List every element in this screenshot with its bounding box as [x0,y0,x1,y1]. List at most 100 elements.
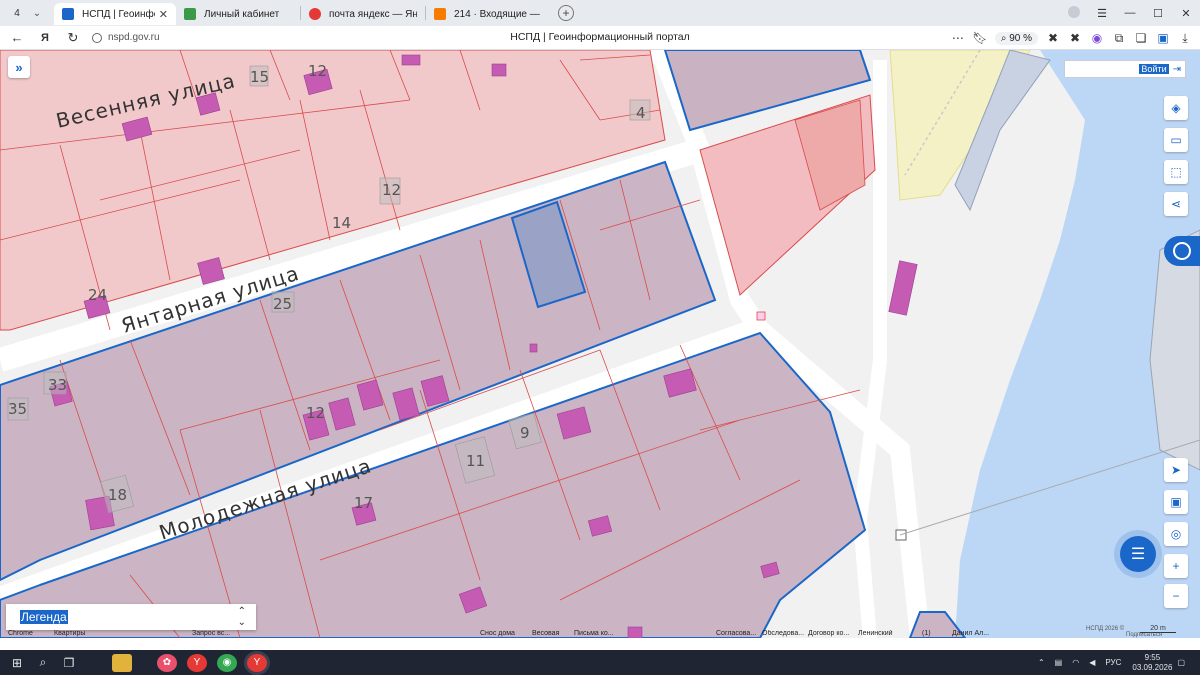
ruler-icon: ▭ [1170,133,1182,147]
bookmark-item[interactable]: Квартиры [54,630,85,637]
tab-label: почта яндекс — Яндекс: н [329,8,417,20]
house-number: 35 [8,400,27,418]
maximize-icon[interactable]: ☐ [1144,7,1172,20]
house-number: 11 [466,452,485,470]
new-tab-button[interactable]: + [558,5,574,21]
house-number: 12 [308,62,327,80]
bookmark-item[interactable]: Обследова... [762,630,804,637]
survey-marker [756,311,766,321]
clock[interactable]: 9:55 03.09.2026 [1132,653,1172,673]
expand-panel-button[interactable]: » [8,56,30,78]
select-area-button[interactable]: ⬚ [1164,160,1188,184]
tray-chevron-icon[interactable]: ⌃ [1038,658,1045,667]
file-explorer-icon[interactable] [112,653,132,672]
house-number: 15 [250,68,269,86]
chat-button[interactable]: ☰ [1120,536,1156,572]
minimize-icon[interactable]: — [1116,7,1144,19]
share-button[interactable]: ⋖ [1164,192,1188,216]
layers-icon: ◈ [1171,101,1181,115]
system-tray: ⌃ ▤ ◠ ◀ РУС 9:55 03.09.2026 ▢ [1033,650,1190,675]
close-window-icon[interactable]: ✕ [1172,7,1200,20]
bookmark-item[interactable]: Весовая [532,630,559,637]
tab-label: НСПД | Геоинформаци [82,8,155,20]
chrome-icon[interactable]: ◉ [217,653,237,672]
plus-icon: + [1172,559,1180,573]
house-number: 12 [382,181,401,199]
bookmark-item[interactable]: Chrome [8,630,33,637]
minimap-button[interactable]: ▣ [1164,490,1188,514]
close-icon[interactable]: ✕ [159,8,168,21]
yandex-browser-active-icon[interactable]: Y [247,653,267,672]
share-icon: ⋖ [1170,197,1182,211]
address-bar: ← Я ↻ nspd.gov.ru НСПД | Геоинформационн… [0,26,1200,50]
map-svg: Весенняя улица Янтарная улица Молодежная… [0,50,1200,638]
locate-button[interactable]: ◎ [1164,522,1188,546]
collections-icon[interactable]: ❏ [1130,31,1152,45]
more-icon[interactable]: ⋯ [947,31,969,45]
legend-dropdown[interactable]: Легенда ⌃ ⌄ [6,604,256,630]
house-number: 4 [636,104,646,122]
extension-x2-icon[interactable]: ✖ [1064,31,1086,45]
layers-button[interactable]: ◈ [1164,96,1188,120]
bookmark-item[interactable]: Данил Ал... [952,630,989,637]
navigate-button[interactable]: ➤ [1164,458,1188,482]
windows-start-icon[interactable]: ⊞ [4,650,30,675]
download-icon[interactable]: ⤓ [1174,31,1196,46]
network-icon[interactable]: ▤ [1055,658,1063,667]
url-field[interactable]: nspd.gov.ru [92,32,252,43]
menu-icon[interactable]: ☰ [1088,7,1116,20]
tab-yandex-inbox[interactable]: 214 · Входящие — Яндекс [426,3,550,25]
tab-lichnyi-kabinet[interactable]: Личный кабинет [176,3,300,25]
house-number: 24 [88,286,107,304]
login-button[interactable]: Войти ⇥ [1064,60,1186,78]
bookmark-item[interactable]: Согласова... [716,630,756,637]
alice-icon[interactable]: ◉ [1086,31,1108,45]
minimap-icon: ▣ [1170,495,1182,509]
os-taskbar: ⊞ ⌕ ❐ ✿ Y ◉ Y ⌃ ▤ ◠ ◀ РУС 9:55 03.09.202… [0,650,1200,675]
volume-icon[interactable]: ◀ [1089,658,1095,667]
reload-icon[interactable]: ↻ [62,30,84,46]
tab-yandex-mail-search[interactable]: почта яндекс — Яндекс: н [301,3,425,25]
zoom-indicator[interactable]: ⌕ 90 % [994,31,1038,45]
sync-icon[interactable]: ▣ [1152,31,1174,45]
lock-icon [92,32,102,43]
tab-counter[interactable]: 4 [6,4,28,22]
ruler-button[interactable]: ▭ [1164,128,1188,152]
minus-icon: − [1172,589,1180,603]
url-text: nspd.gov.ru [108,32,160,43]
bookmark-item[interactable]: Письма ко... [574,630,614,637]
wifi-icon[interactable]: ◠ [1072,658,1079,667]
task-view-icon[interactable]: ❐ [56,650,82,675]
bookmark-icon[interactable]: 🔖︎ [969,31,991,45]
map-canvas[interactable]: Весенняя улица Янтарная улица Молодежная… [0,50,1200,638]
yandex-browser-icon[interactable]: Y [187,653,207,672]
language-indicator[interactable]: РУС [1105,658,1121,667]
profile-icon[interactable] [1060,5,1088,21]
bookmark-item[interactable]: (1) [922,630,931,637]
zoom-out-button[interactable]: − [1164,584,1188,608]
yandex-favicon-icon [309,8,321,20]
bookmark-item[interactable]: Договор ко... [808,630,849,637]
cabinet-favicon-icon [184,8,196,20]
chevron-down-icon[interactable]: ⌄ [28,8,46,19]
house-number: 33 [48,376,67,394]
bookmark-item[interactable]: Снос дома [480,630,515,637]
house-number: 25 [273,295,292,313]
bookmark-item[interactable]: Запрос вс... [192,630,230,637]
app-pink-icon[interactable]: ✿ [157,653,177,672]
tab-nspd[interactable]: НСПД | Геоинформаци ✕ [54,3,176,25]
clock-time: 9:55 [1144,652,1161,662]
extension-x-icon[interactable]: ✖ [1042,31,1064,45]
bookmarks-bar: Chrome Квартиры Запрос вс... Снос дома В… [0,630,1200,640]
back-arrow-icon[interactable]: ← [6,30,28,45]
zoom-in-button[interactable]: + [1164,554,1188,578]
notifications-icon[interactable]: ▢ [1177,658,1185,667]
chevron-updown-icon: ⌃ ⌄ [237,606,246,628]
yandex-logo-icon[interactable]: Я [34,32,56,44]
extensions-icon[interactable]: ⧉ [1108,31,1130,46]
bookmark-item[interactable]: Ленинский [858,630,893,637]
search-icon[interactable]: ⌕ [30,650,56,675]
mail-favicon-icon [434,8,446,20]
tab-label: 214 · Входящие — Яндекс [454,8,542,20]
search-object-button[interactable] [1164,236,1200,266]
